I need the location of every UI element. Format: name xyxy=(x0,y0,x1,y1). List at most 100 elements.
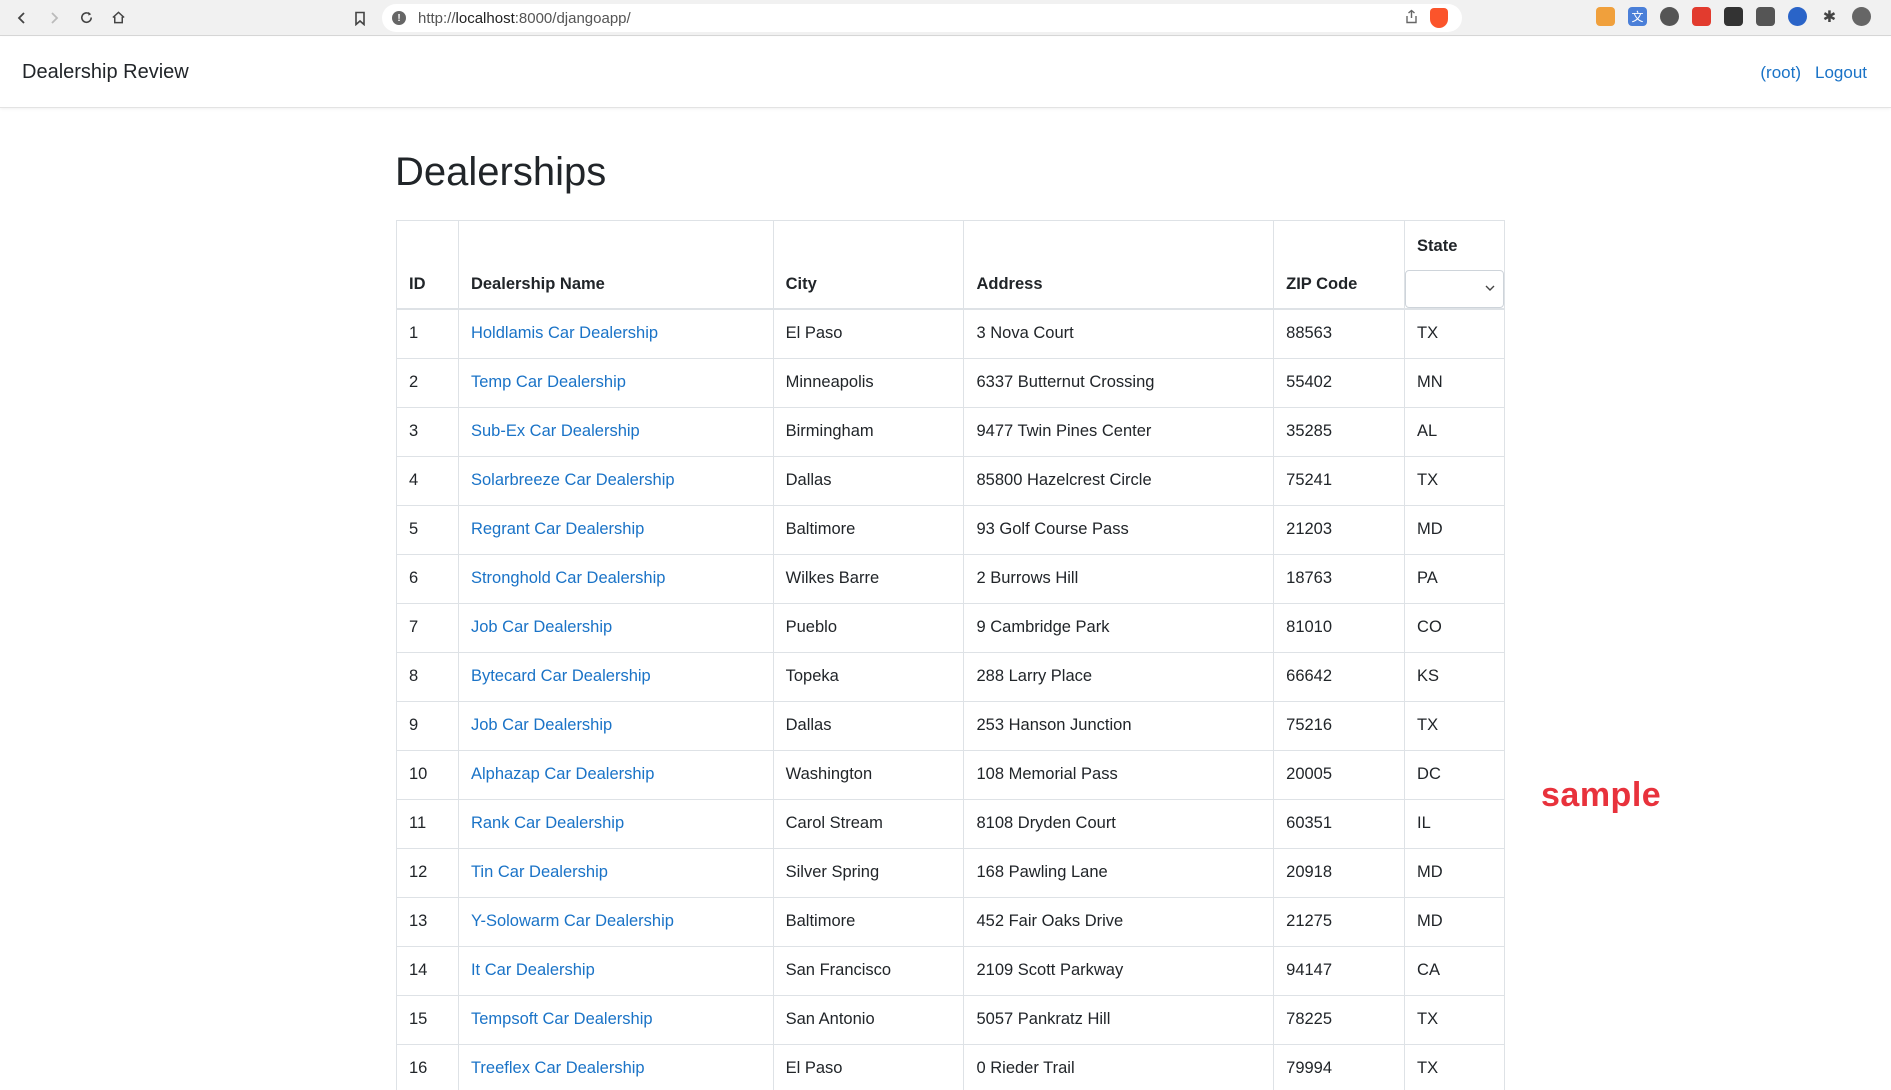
table-cell: MN xyxy=(1404,357,1505,408)
cell-city: Pueblo xyxy=(785,618,838,636)
table-cell: 10 xyxy=(396,749,459,800)
brand-title[interactable]: Dealership Review xyxy=(22,61,189,84)
dealership-link[interactable]: Tin Car Dealership xyxy=(471,863,608,881)
cell-id: 9 xyxy=(409,716,419,734)
logout-link[interactable]: Logout xyxy=(1815,63,1867,83)
table-cell: 9 Cambridge Park xyxy=(963,602,1275,653)
table-cell: TX xyxy=(1404,1043,1505,1090)
dealership-link[interactable]: Holdlamis Car Dealership xyxy=(471,324,658,342)
circle-extension-icon[interactable] xyxy=(1660,7,1679,26)
profile-icon[interactable] xyxy=(1852,7,1871,26)
address-bar[interactable]: ! http://localhost:8000/djangoapp/ xyxy=(382,4,1462,32)
table-cell: IL xyxy=(1404,798,1505,849)
share-icon[interactable] xyxy=(1405,9,1418,27)
card-extension-icon[interactable] xyxy=(1756,7,1775,26)
dealership-link[interactable]: Treeflex Car Dealership xyxy=(471,1059,645,1077)
table-cell: 79994 xyxy=(1273,1043,1406,1090)
back-icon[interactable] xyxy=(6,0,38,36)
cell-zip: 21203 xyxy=(1286,520,1333,538)
table-cell: 78225 xyxy=(1273,994,1406,1045)
table-cell: Carol Stream xyxy=(772,798,965,849)
dealership-link[interactable]: Stronghold Car Dealership xyxy=(471,569,665,587)
brave-shield-icon[interactable] xyxy=(1430,8,1448,28)
table-cell: MD xyxy=(1404,847,1505,898)
dealership-link[interactable]: Alphazap Car Dealership xyxy=(471,765,654,783)
cell-address: 8108 Dryden Court xyxy=(976,814,1116,832)
table-cell: MD xyxy=(1404,504,1505,555)
table-row: 16 Treeflex Car Dealership El Paso 0 Rieder… xyxy=(396,1043,1505,1090)
dealership-link[interactable]: Temp Car Dealership xyxy=(471,373,626,391)
color-picker-extension-icon[interactable] xyxy=(1692,7,1711,26)
table-cell: 21275 xyxy=(1273,896,1406,947)
dealership-link[interactable]: Job Car Dealership xyxy=(471,716,612,734)
state-filter-select[interactable] xyxy=(1405,270,1504,308)
watermark-text: sample xyxy=(1541,776,1662,814)
home-icon[interactable] xyxy=(102,0,134,36)
cell-city: Silver Spring xyxy=(785,863,880,881)
browser-nav-buttons xyxy=(6,0,134,36)
table-cell: 13 xyxy=(396,896,459,947)
site-info-icon[interactable]: ! xyxy=(392,11,406,25)
puzzle-extensions-icon[interactable]: ✱ xyxy=(1820,7,1839,26)
table-cell: 9 xyxy=(396,700,459,751)
table-cell: 93 Golf Course Pass xyxy=(963,504,1275,555)
password-manager-extension-icon[interactable] xyxy=(1788,7,1807,26)
table-cell: Job Car Dealership xyxy=(457,700,774,751)
cell-id: 11 xyxy=(409,814,427,832)
dealership-link[interactable]: Tempsoft Car Dealership xyxy=(471,1010,653,1028)
forward-icon[interactable] xyxy=(38,0,70,36)
table-cell: 66642 xyxy=(1273,651,1406,702)
cell-city: Topeka xyxy=(785,667,839,685)
cell-address: 0 Rieder Trail xyxy=(976,1059,1075,1077)
table-cell: 9477 Twin Pines Center xyxy=(963,406,1275,457)
table-row: 4 Solarbreeze Car Dealership Dallas 85800 H… xyxy=(396,455,1505,506)
table-cell: AL xyxy=(1404,406,1505,457)
dealership-link[interactable]: Regrant Car Dealership xyxy=(471,520,644,538)
table-cell: TX xyxy=(1404,308,1505,359)
table-cell: Pueblo xyxy=(772,602,965,653)
table-cell: 60351 xyxy=(1273,798,1406,849)
calculator-extension-icon[interactable] xyxy=(1596,7,1615,26)
table-cell: CO xyxy=(1404,602,1505,653)
table-cell: San Antonio xyxy=(772,994,965,1045)
table-cell: Dallas xyxy=(772,700,965,751)
dealership-link[interactable]: Y-Solowarm Car Dealership xyxy=(471,912,674,930)
table-row: 1 Holdlamis Car Dealership El Paso 3 Nova C… xyxy=(396,308,1505,359)
dealership-link[interactable]: Job Car Dealership xyxy=(471,618,612,636)
table-cell: Stronghold Car Dealership xyxy=(457,553,774,604)
table-cell: 14 xyxy=(396,945,459,996)
cube-extension-icon[interactable] xyxy=(1724,7,1743,26)
translate-extension-icon[interactable]: 文 xyxy=(1628,7,1647,26)
user-link[interactable]: (root) xyxy=(1760,63,1801,83)
dealership-link[interactable]: It Car Dealership xyxy=(471,961,595,979)
table-cell: 108 Memorial Pass xyxy=(963,749,1275,800)
table-cell: TX xyxy=(1404,700,1505,751)
cell-city: Carol Stream xyxy=(785,814,883,832)
header-city: City xyxy=(772,220,965,310)
dealership-link[interactable]: Bytecard Car Dealership xyxy=(471,667,651,685)
dealership-link[interactable]: Rank Car Dealership xyxy=(471,814,624,832)
table-cell: Treeflex Car Dealership xyxy=(457,1043,774,1090)
cell-address: 2109 Scott Parkway xyxy=(976,961,1124,979)
table-cell: 4 xyxy=(396,455,459,506)
dealership-link[interactable]: Solarbreeze Car Dealership xyxy=(471,471,675,489)
table-cell: Holdlamis Car Dealership xyxy=(457,308,774,359)
table-cell: Tin Car Dealership xyxy=(457,847,774,898)
dealership-link[interactable]: Sub-Ex Car Dealership xyxy=(471,422,640,440)
table-cell: 75241 xyxy=(1273,455,1406,506)
table-cell: Baltimore xyxy=(772,896,965,947)
table-row: 8 Bytecard Car Dealership Topeka 288 Larry … xyxy=(396,651,1505,702)
reload-icon[interactable] xyxy=(70,0,102,36)
chevron-down-icon xyxy=(1485,281,1495,295)
cell-city: San Francisco xyxy=(785,961,892,979)
header-state: State xyxy=(1417,237,1458,255)
cell-address: 452 Fair Oaks Drive xyxy=(976,912,1124,930)
cell-state: KS xyxy=(1417,667,1440,685)
table-cell: 6337 Butternut Crossing xyxy=(963,357,1275,408)
cell-zip: 79994 xyxy=(1286,1059,1333,1077)
navbar-links: (root) Logout xyxy=(1760,63,1867,83)
cell-zip: 75241 xyxy=(1286,471,1333,489)
cell-state: TX xyxy=(1417,324,1439,343)
table-row: 6 Stronghold Car Dealership Wilkes Barre 2 … xyxy=(396,553,1505,604)
bookmark-icon[interactable] xyxy=(344,0,376,36)
